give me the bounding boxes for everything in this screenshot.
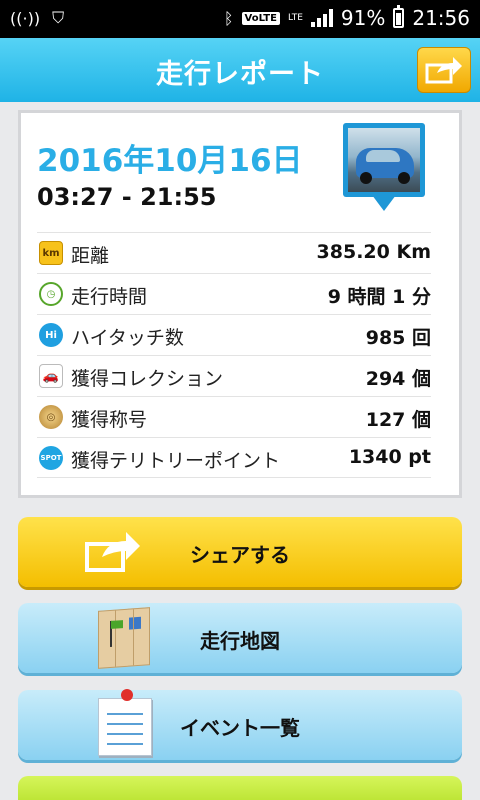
spot-icon: SPOT	[39, 446, 63, 470]
share-arrow-icon	[85, 532, 140, 572]
bluetooth-icon: ᛒ	[223, 8, 234, 28]
green-button[interactable]	[18, 776, 462, 800]
medal-icon: ◎	[39, 405, 63, 429]
stat-label: 獲得コレクション	[71, 368, 224, 390]
signal-icon	[310, 9, 333, 27]
drive-map-button-label: 走行地図	[200, 629, 280, 653]
stat-label: ハイタッチ数	[71, 327, 184, 349]
page-title: 走行レポート	[156, 59, 324, 90]
event-list-button[interactable]: イベント一覧	[18, 689, 462, 760]
volte-badge: VoLTE	[241, 11, 280, 25]
high-five-icon: Hi	[39, 323, 63, 347]
stat-label: 走行時間	[71, 286, 148, 308]
stat-row-high-touch: Hi ハイタッチ数 985 回	[37, 314, 431, 355]
stat-value: 294 個	[365, 368, 431, 390]
report-date: 2016年10月16日	[37, 143, 303, 179]
stat-value: 985 回	[365, 327, 431, 349]
stat-value: 127 個	[365, 409, 431, 431]
battery-icon	[393, 5, 405, 28]
clock-icon: ◷	[39, 282, 63, 306]
car-photo	[348, 128, 420, 192]
stat-value: 1340 pt	[348, 446, 431, 468]
status-bar: ((·)) ⛉ ᛒ VoLTE LTE 91% 21:56	[0, 0, 480, 38]
drive-map-button[interactable]: 走行地図	[18, 603, 462, 673]
app-header: 走行レポート	[0, 38, 480, 102]
battery-percent: 91%	[340, 6, 386, 30]
stat-row-collection: 🚗 獲得コレクション 294 個	[37, 355, 431, 396]
map-icon	[98, 607, 150, 669]
stat-row-territory: SPOT 獲得テリトリーポイント 1340 pt	[37, 437, 431, 478]
share-arrow-icon	[425, 57, 462, 84]
stat-label: 距離	[71, 245, 110, 267]
wireless-icon: ((·))	[10, 8, 41, 28]
stat-value: 9 時間 1 分	[327, 286, 431, 308]
stat-label: 獲得テリトリーポイント	[71, 450, 281, 472]
lte-label: LTE	[287, 12, 303, 23]
header-share-button[interactable]	[417, 47, 471, 93]
stat-row-distance: km 距離 385.20 Km	[37, 232, 431, 273]
stats-list: km 距離 385.20 Km ◷ 走行時間 9 時間 1 分 Hi ハイタッチ…	[37, 232, 431, 478]
event-list-button-label: イベント一覧	[180, 716, 300, 740]
stat-label: 獲得称号	[71, 409, 148, 431]
stat-value: 385.20 Km	[316, 241, 431, 263]
car-icon: 🚗	[39, 364, 63, 388]
report-card: 2016年10月16日 03:27 - 21:55 km 距離 385.20 K…	[18, 110, 462, 498]
share-button[interactable]: シェアする	[18, 517, 462, 587]
share-button-label: シェアする	[190, 543, 290, 567]
notepad-icon	[98, 689, 152, 756]
stat-row-titles: ◎ 獲得称号 127 個	[37, 396, 431, 437]
shield-icon: ⛉	[52, 8, 65, 27]
clock-time: 21:56	[412, 6, 470, 30]
stat-row-drive-time: ◷ 走行時間 9 時間 1 分	[37, 273, 431, 314]
report-time-range: 03:27 - 21:55	[37, 183, 217, 211]
km-icon: km	[39, 241, 63, 265]
car-photo-pin[interactable]	[343, 123, 425, 213]
